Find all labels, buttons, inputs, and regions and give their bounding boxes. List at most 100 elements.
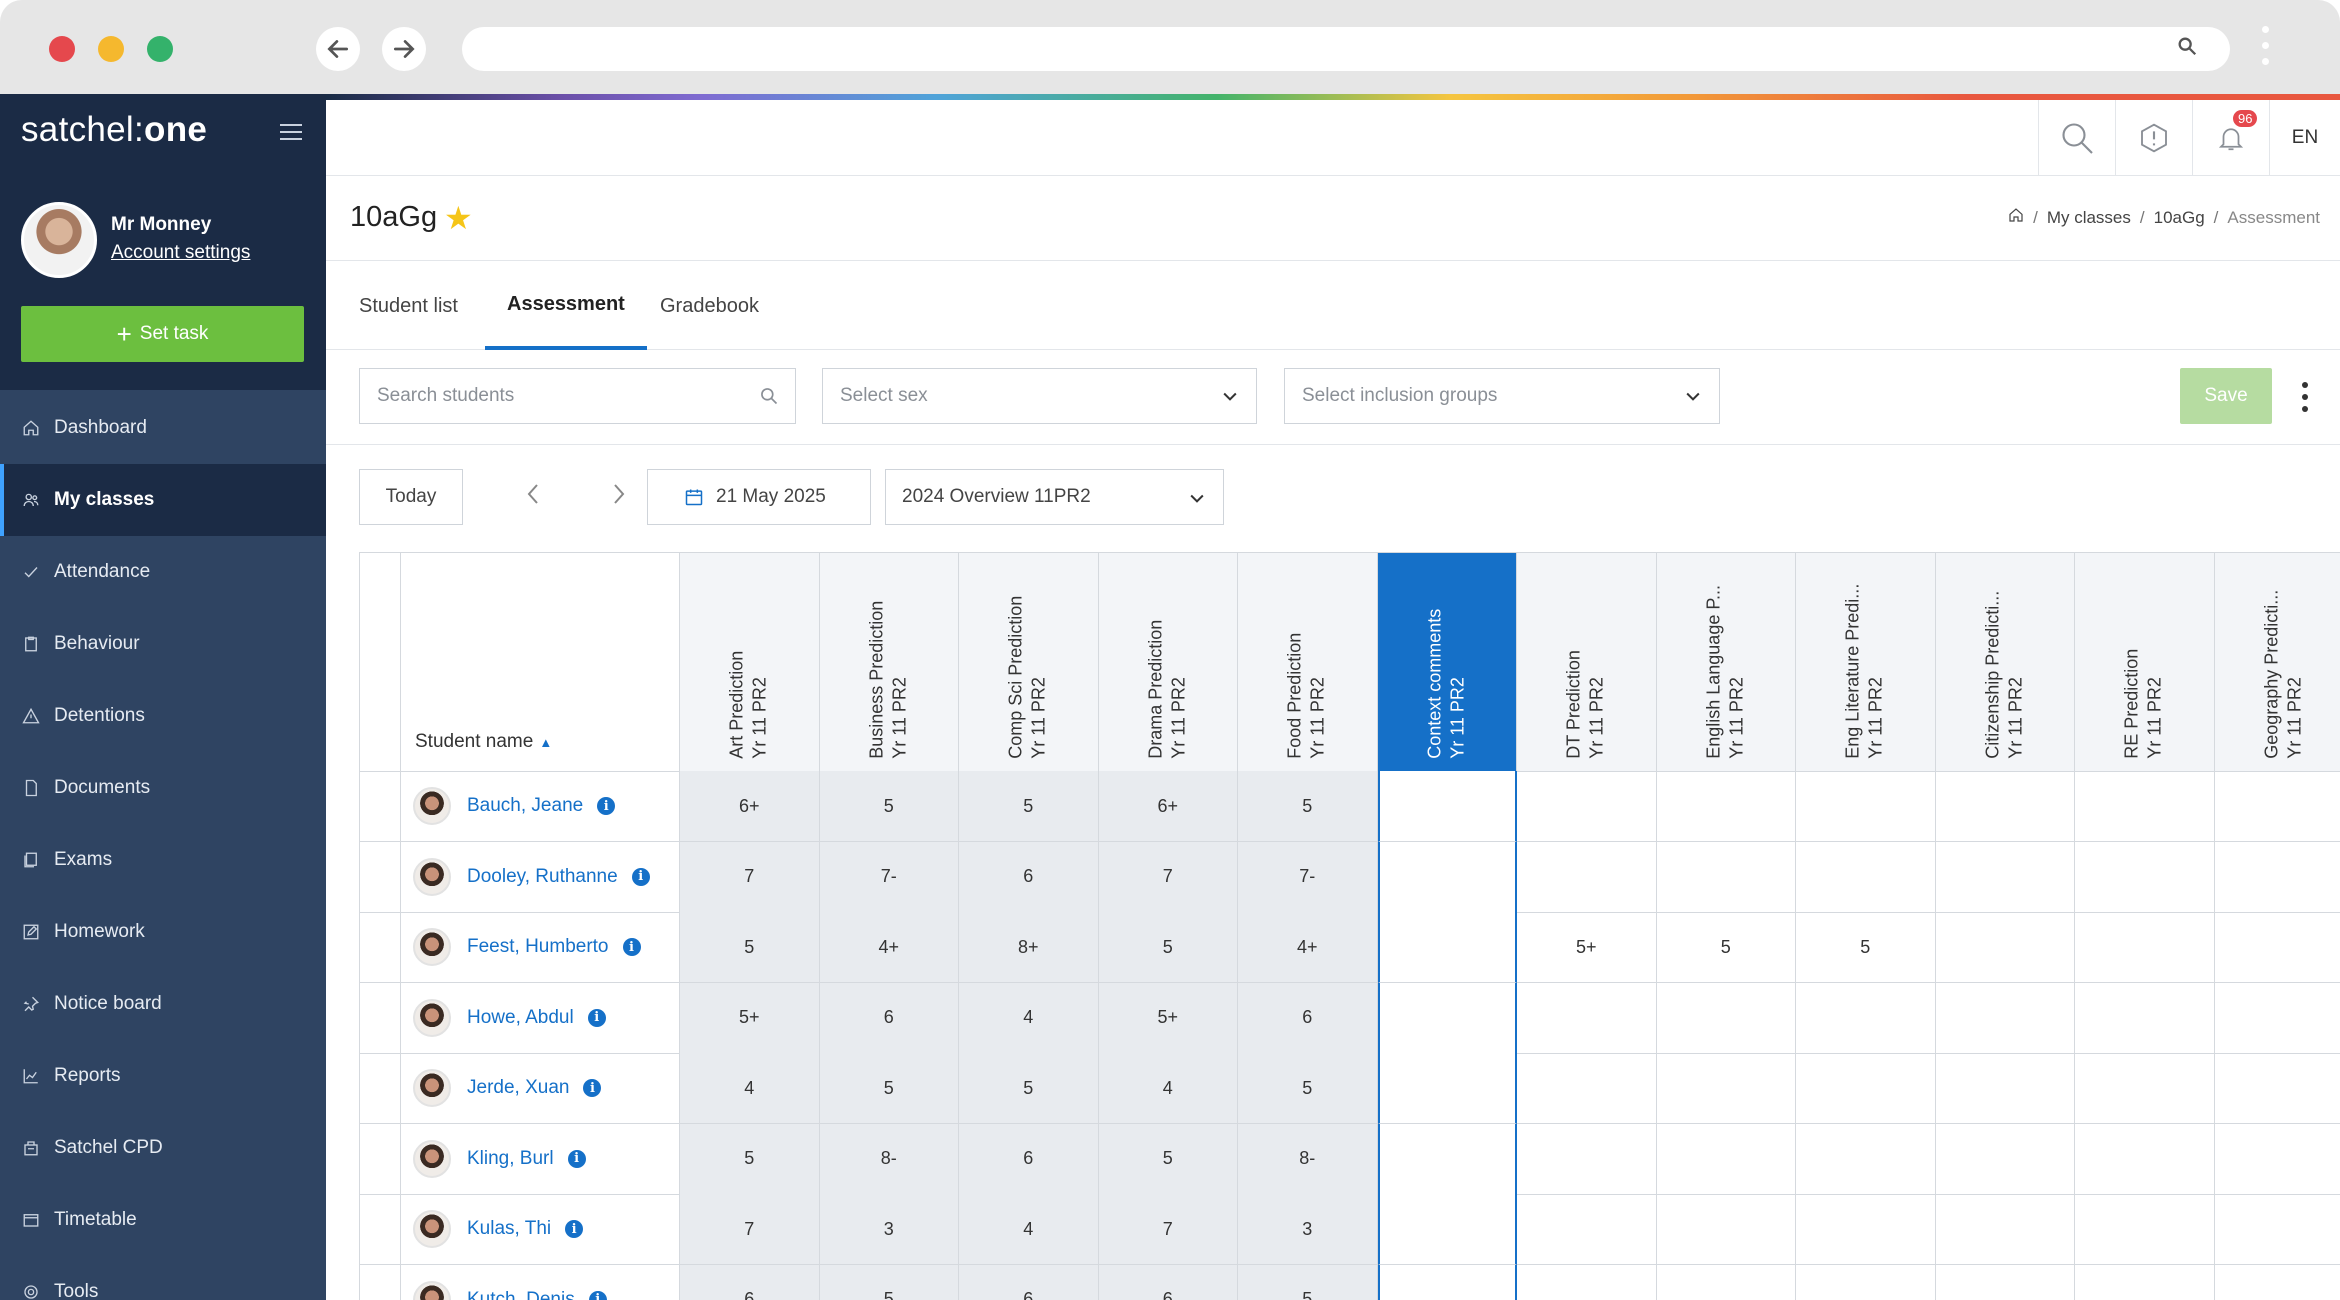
grade-cell[interactable] (1517, 1264, 1657, 1300)
grade-cell[interactable]: 8+ (959, 912, 1099, 983)
grade-cell[interactable]: 5+ (1517, 912, 1657, 983)
grade-cell[interactable]: 5 (1098, 1123, 1238, 1195)
grade-cell[interactable] (1935, 1053, 2075, 1124)
column-header[interactable]: Food Prediction Yr 11 PR2 (1238, 552, 1378, 772)
app-logo[interactable]: satchel:one (21, 110, 207, 150)
grade-cell[interactable] (1796, 1053, 1936, 1124)
tab-assessment[interactable]: Assessment (485, 262, 647, 350)
grade-cell[interactable]: 4 (959, 982, 1099, 1054)
sidebar-item-reports[interactable]: Reports (0, 1040, 326, 1112)
favourite-star-icon[interactable]: ★ (444, 199, 473, 237)
info-icon[interactable]: i (567, 1149, 586, 1168)
grade-cell[interactable] (1796, 982, 1936, 1054)
grade-cell[interactable] (1935, 1123, 2075, 1195)
grade-cell[interactable]: 4 (1098, 1053, 1238, 1124)
sidebar-item-dashboard[interactable]: Dashboard (0, 392, 326, 464)
account-settings-link[interactable]: Account settings (111, 242, 250, 264)
breadcrumb-my-classes[interactable]: My classes (2047, 208, 2131, 228)
grade-cell[interactable] (1656, 1194, 1796, 1265)
grade-cell[interactable] (1936, 1264, 2075, 1300)
grade-cell[interactable]: 6 (959, 1264, 1099, 1300)
grade-cell[interactable]: 5+ (680, 982, 820, 1054)
info-icon[interactable]: i (597, 797, 616, 815)
grade-cell[interactable] (1796, 841, 1936, 913)
sidebar-item-behaviour[interactable]: Behaviour (0, 608, 326, 680)
grade-cell[interactable]: 5 (819, 1053, 959, 1124)
grade-cell[interactable]: 4 (959, 1194, 1099, 1265)
column-header[interactable]: DT Prediction Yr 11 PR2 (1517, 552, 1657, 772)
grade-cell[interactable] (2214, 1053, 2340, 1124)
row-select-cell[interactable] (359, 841, 401, 913)
sort-ascending-icon[interactable]: ▲ (539, 735, 552, 750)
grade-cell[interactable]: 5+ (1098, 982, 1238, 1054)
grade-cell[interactable] (2075, 1194, 2215, 1265)
grade-cell[interactable] (2214, 1124, 2340, 1195)
sidebar-item-timetable[interactable]: Timetable (0, 1184, 326, 1256)
grade-cell[interactable]: 6 (680, 1264, 820, 1300)
set-task-button[interactable]: + Set task (21, 306, 304, 362)
grade-cell[interactable]: 7 (1098, 1194, 1238, 1265)
grade-cell[interactable]: 6+ (1098, 771, 1238, 842)
grade-cell[interactable] (2075, 982, 2215, 1054)
grade-cell[interactable]: 5 (680, 1123, 820, 1195)
grade-cell[interactable]: 5 (1656, 912, 1796, 983)
sidebar-item-homework[interactable]: Homework (0, 896, 326, 968)
row-select-cell[interactable] (359, 771, 401, 842)
student-name-link[interactable]: Jerde, Xuan (467, 1077, 569, 1099)
grade-cell[interactable]: 3 (819, 1194, 959, 1265)
info-icon[interactable]: i (622, 938, 641, 956)
grade-cell[interactable] (1935, 912, 2075, 983)
date-picker[interactable]: 21 May 2025 (647, 469, 871, 525)
grade-cell[interactable]: 7 (1098, 841, 1238, 913)
today-button[interactable]: Today (359, 469, 463, 525)
grade-cell[interactable] (1796, 1264, 1936, 1300)
column-header[interactable]: Business Prediction Yr 11 PR2 (819, 552, 959, 772)
grade-cell[interactable] (1517, 841, 1657, 913)
row-select-cell[interactable] (359, 912, 401, 983)
student-name-header[interactable]: Student name ▲ (401, 552, 680, 772)
grade-cell[interactable] (1517, 1194, 1657, 1265)
grade-cell[interactable] (1377, 1123, 1517, 1195)
tab-student-list[interactable]: Student list (359, 262, 458, 350)
home-icon[interactable] (2008, 207, 2024, 228)
alert-icon[interactable] (2115, 100, 2192, 176)
grade-cell[interactable] (1517, 1053, 1657, 1124)
column-header[interactable]: Art Prediction Yr 11 PR2 (680, 552, 820, 772)
forward-arrow-icon[interactable] (382, 27, 426, 71)
student-name-link[interactable]: Dooley, Ruthanne (467, 866, 618, 888)
grade-cell[interactable]: 3 (1238, 1194, 1378, 1265)
grade-cell[interactable]: 7 (680, 841, 820, 913)
grade-cell[interactable]: 8- (819, 1123, 959, 1195)
grade-cell[interactable] (2075, 1053, 2215, 1124)
close-window-icon[interactable] (49, 36, 75, 62)
student-name-link[interactable]: Howe, Abdul (467, 1007, 574, 1029)
grade-cell[interactable]: 7 (680, 1194, 820, 1265)
grade-cell[interactable]: 5 (680, 912, 820, 983)
select-all-cell[interactable] (359, 552, 401, 772)
grade-cell[interactable] (1517, 1123, 1657, 1195)
grade-cell[interactable] (1377, 841, 1517, 913)
grade-cell[interactable]: 4+ (819, 912, 959, 983)
grade-cell[interactable]: 7- (819, 841, 959, 913)
save-button[interactable]: Save (2180, 368, 2272, 424)
row-select-cell[interactable] (359, 1123, 401, 1195)
tab-gradebook[interactable]: Gradebook (660, 262, 759, 350)
grade-cell[interactable]: 4 (680, 1053, 820, 1124)
column-header[interactable]: English Language P... Yr 11 PR2 (1656, 552, 1796, 772)
breadcrumb-class[interactable]: 10aGg (2154, 208, 2205, 228)
grade-cell[interactable]: 5 (959, 771, 1099, 842)
select-inclusion-groups-dropdown[interactable]: Select inclusion groups (1284, 368, 1720, 424)
grade-cell[interactable] (1517, 982, 1657, 1054)
grade-cell[interactable] (1796, 771, 1936, 842)
grade-cell[interactable] (1656, 982, 1796, 1054)
grade-cell[interactable] (2214, 912, 2340, 983)
column-header[interactable]: Comp Sci Prediction Yr 11 PR2 (959, 552, 1099, 772)
column-header[interactable]: Citizenship Predicti... Yr 11 PR2 (1935, 552, 2075, 772)
grade-cell[interactable]: 4+ (1238, 912, 1378, 983)
row-select-cell[interactable] (359, 1264, 401, 1300)
student-name-link[interactable]: Kulas, Thi (467, 1218, 551, 1240)
grade-cell[interactable]: 5 (1796, 912, 1936, 983)
grade-cell[interactable]: 5 (1238, 771, 1378, 842)
info-icon[interactable]: i (587, 1008, 606, 1027)
back-arrow-icon[interactable] (316, 27, 360, 71)
